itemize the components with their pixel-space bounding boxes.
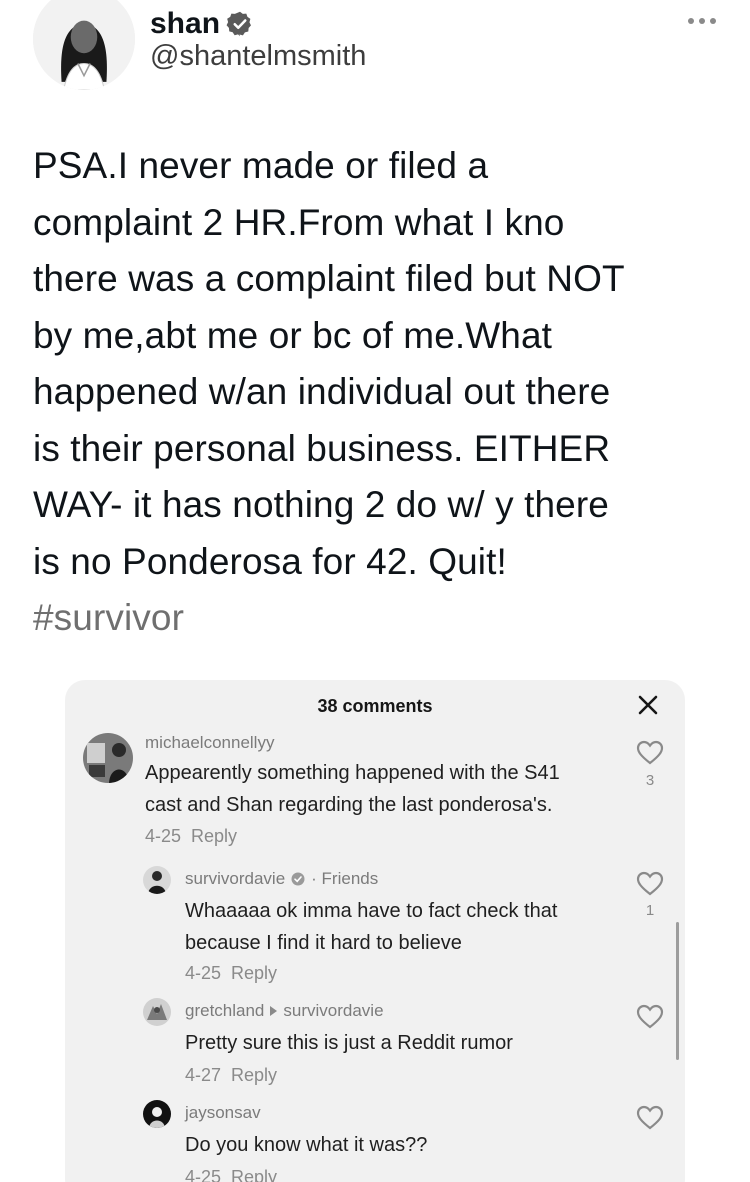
scrollbar[interactable] <box>676 922 679 1060</box>
embedded-comments-image[interactable]: 38 comments michaelconnellyy Appearently… <box>65 680 685 1182</box>
tweet-line: is no Ponderosa for 42. Quit! <box>33 540 507 582</box>
display-name[interactable]: shan <box>150 7 220 41</box>
tweet-line: PSA.I never made or filed a <box>33 145 489 186</box>
tweet-line: is their personal business. EITHER <box>33 427 611 469</box>
author-handle[interactable]: @shantelmsmith <box>150 40 366 73</box>
tweet-line: there was a complaint filed but NOT <box>33 258 625 299</box>
tweet-line: happened w/an individual out there <box>33 371 611 412</box>
verified-badge-icon <box>226 10 254 38</box>
comment-username[interactable]: jaysonsav <box>185 1103 261 1123</box>
comment-avatar <box>143 1100 171 1128</box>
tweet-line: complaint 2 HR.From what I kno <box>33 201 565 243</box>
tweet-line: WAY- it has nothing 2 do w/ y there <box>33 484 609 525</box>
profile-avatar[interactable] <box>33 0 135 90</box>
comment-username-text: jaysonsav <box>185 1103 261 1122</box>
reply-item: jaysonsav Do you know what it was?? 4-25… <box>65 680 685 1182</box>
more-options-icon[interactable] <box>688 18 716 24</box>
heart-icon[interactable] <box>636 1105 664 1131</box>
comment-date: 4-25 <box>185 1167 222 1182</box>
tweet-line: by me,abt me or bc of me.What <box>33 314 553 356</box>
reply-button[interactable]: Reply <box>231 1167 277 1182</box>
comment-meta: 4-25 Reply <box>185 1167 277 1182</box>
hashtag-link[interactable]: #survivor <box>33 590 733 647</box>
tweet-text: PSA.I never made or filed a complaint 2 … <box>33 138 733 647</box>
comment-text: Do you know what it was?? <box>185 1129 427 1161</box>
comment-line: Do you know what it was?? <box>185 1134 428 1156</box>
